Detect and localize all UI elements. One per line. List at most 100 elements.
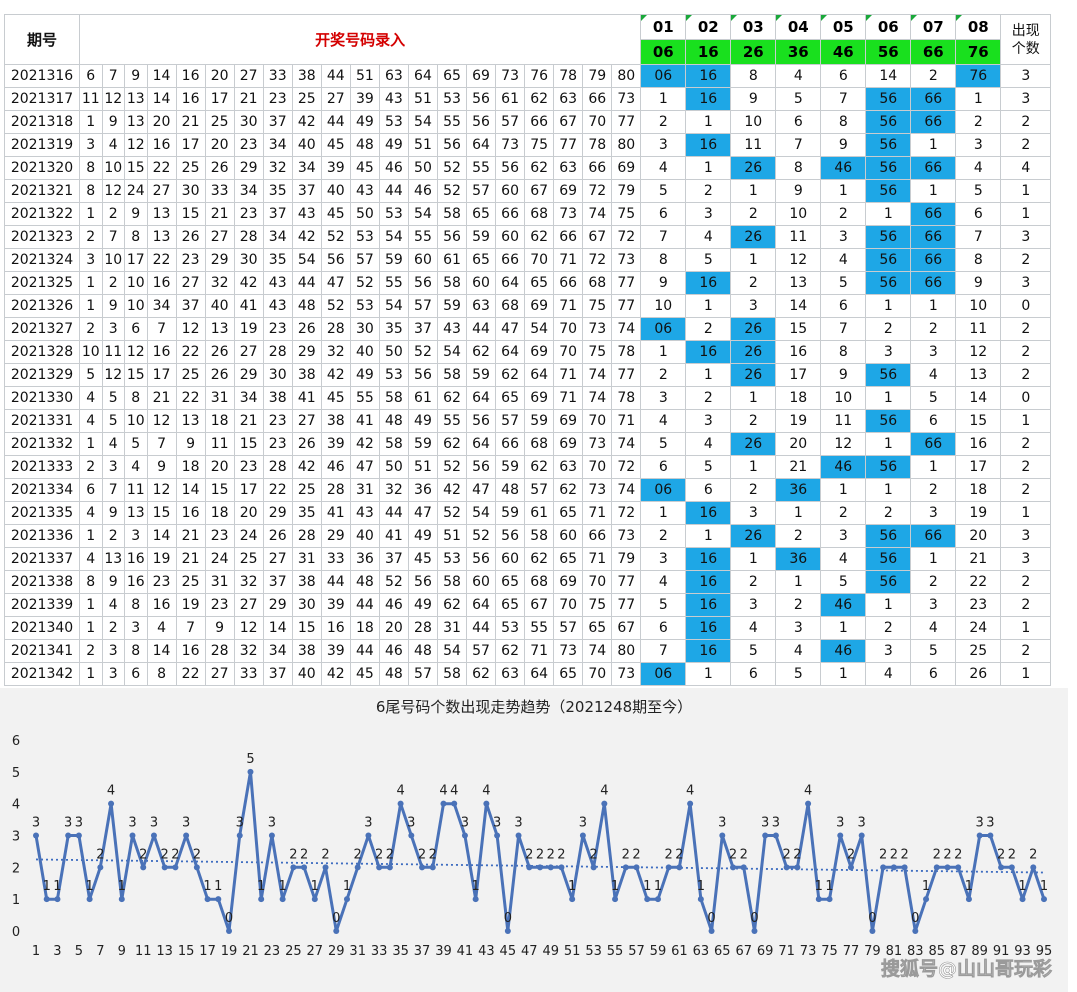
number-cell: 1: [79, 294, 103, 318]
number-cell: 38: [291, 639, 322, 663]
number-cell: 47: [407, 501, 438, 525]
number-cell: 10: [124, 294, 148, 318]
number-cell: 44: [378, 501, 409, 525]
draw-table: 期号 开奖号码录入 01 02 03 04 05 06 07 08 出现 个数 06 16 26 36 4…: [4, 14, 1052, 686]
miss-count-cell: 2: [685, 386, 732, 410]
number-cell: 52: [436, 156, 468, 180]
miss-count-cell: 2: [640, 524, 687, 548]
number-cell: 33: [262, 64, 293, 88]
data-label: 2: [525, 847, 533, 862]
number-cell: 23: [175, 248, 206, 272]
data-label: 3: [836, 816, 844, 831]
data-label: 0: [225, 911, 233, 926]
x-tick-label: 71: [778, 944, 795, 959]
data-label: 1: [1040, 879, 1048, 894]
data-label: 2: [536, 847, 544, 862]
number-cell: 22: [146, 156, 177, 180]
number-cell: 69: [553, 409, 584, 433]
miss-count-cell: 2: [685, 317, 732, 341]
number-cell: 13: [124, 501, 148, 525]
number-cell: 62: [524, 547, 555, 571]
number-cell: 39: [320, 639, 351, 663]
data-label: 2: [675, 847, 683, 862]
data-label: 1: [611, 879, 619, 894]
miss-count-cell: 8: [820, 340, 867, 364]
count-cell: 1: [1000, 409, 1052, 433]
number-cell: 42: [349, 432, 380, 456]
miss-count-cell: 5: [910, 639, 957, 663]
miss-count-cell: 2: [865, 317, 912, 341]
data-label: 1: [815, 879, 823, 894]
number-cell: 62: [436, 432, 468, 456]
x-tick-label: 89: [971, 944, 988, 959]
number-cell: 67: [582, 225, 613, 249]
data-point: [762, 832, 769, 839]
number-cell: 16: [175, 501, 206, 525]
number-cell: 56: [466, 87, 497, 111]
x-tick-label: 21: [242, 944, 259, 959]
data-label: 3: [268, 816, 276, 831]
miss-count-cell: 6: [640, 455, 687, 479]
data-label: 1: [311, 879, 319, 894]
miss-count-cell: 17: [775, 363, 822, 387]
table-row: 2021319 3 4 12 16 17 20 23 34 40 45 48 49 51 56 64 73 75 7…: [4, 133, 1052, 157]
number-cell: 80: [611, 133, 642, 157]
number-cell: 44: [466, 317, 497, 341]
x-tick-label: 63: [693, 944, 710, 959]
number-cell: 77: [611, 271, 642, 295]
miss-count-cell: 11: [820, 409, 867, 433]
miss-count-cell: 12: [775, 248, 822, 272]
data-point: [612, 896, 619, 903]
number-cell: 54: [436, 340, 468, 364]
miss-count-cell: 10: [955, 294, 1002, 318]
x-tick-label: 55: [607, 944, 624, 959]
number-cell: 10: [124, 409, 148, 433]
number-cell: 70: [582, 662, 613, 686]
data-label: 4: [396, 784, 404, 799]
number-cell: 27: [233, 64, 264, 88]
miss-count-cell: 1: [685, 110, 732, 134]
number-cell: 9: [101, 501, 125, 525]
period-cell: 2021339: [4, 593, 80, 617]
count-cell: 2: [1000, 110, 1052, 134]
number-cell: 1: [79, 524, 103, 548]
data-label: 3: [407, 816, 415, 831]
number-cell: 67: [524, 179, 555, 203]
period-cell: 2021317: [4, 87, 80, 111]
number-cell: 42: [291, 455, 322, 479]
miss-count-cell: 12: [955, 340, 1002, 364]
data-point: [858, 832, 865, 839]
hit-cell: 06: [640, 64, 687, 88]
number-cell: 3: [101, 639, 125, 663]
number-cell: 34: [233, 386, 264, 410]
period-cell: 2021336: [4, 524, 80, 548]
number-cell: 20: [204, 133, 235, 157]
data-label: 2: [740, 847, 748, 862]
number-cell: 2: [101, 202, 125, 226]
number-cell: 4: [101, 133, 125, 157]
number-cell: 44: [320, 570, 351, 594]
number-cell: 57: [466, 639, 497, 663]
number-cell: 51: [436, 524, 468, 548]
number-cell: 57: [495, 409, 526, 433]
number-cell: 60: [495, 179, 526, 203]
number-cell: 71: [553, 294, 584, 318]
number-cell: 56: [436, 225, 468, 249]
data-point: [901, 864, 908, 871]
number-cell: 73: [611, 662, 642, 686]
number-cell: 59: [495, 455, 526, 479]
data-label: 2: [847, 847, 855, 862]
data-point: [451, 800, 458, 807]
data-label: 2: [96, 847, 104, 862]
number-cell: 21: [175, 524, 206, 548]
data-point: [343, 896, 350, 903]
table-row: 2021338 8 9 16 23 25 31 32 37 38 44 48 52 56 58 60 65 68 6…: [4, 570, 1052, 594]
watermark: 搜狐号@山山哥玩彩: [881, 957, 1052, 980]
number-cell: 34: [262, 225, 293, 249]
number-cell: 4: [124, 455, 148, 479]
chart-panel: 6尾号码个数出现走势趋势（2021248期至今） 0 1 2 3 4 5 6 1 3 5 7 9 11 13…: [0, 688, 1068, 992]
miss-count-cell: 1: [820, 616, 867, 640]
miss-count-cell: 8: [955, 248, 1002, 272]
data-label: 1: [257, 879, 265, 894]
data-label: 3: [976, 816, 984, 831]
